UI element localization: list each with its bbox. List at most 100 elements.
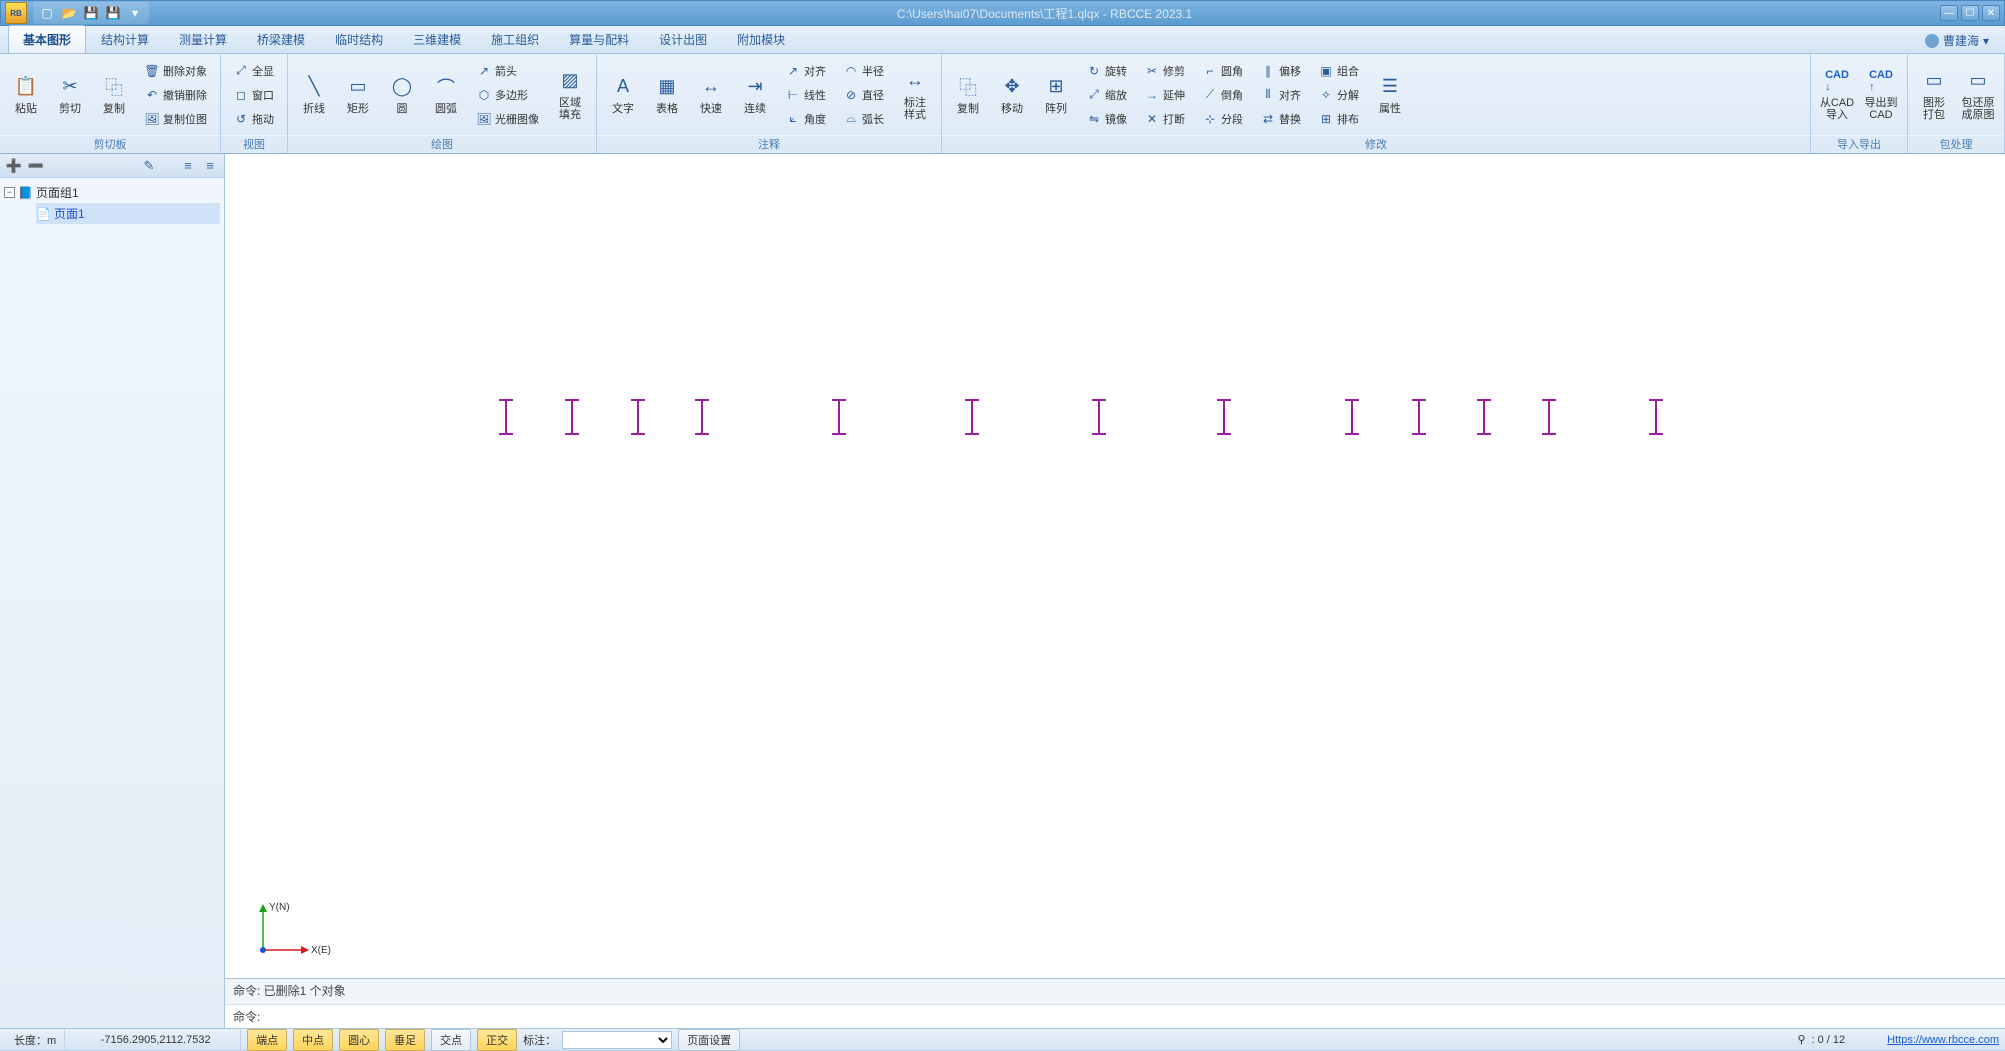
align-dim-button[interactable]: ↗对齐 xyxy=(779,60,833,82)
cad-export-button[interactable]: CAD↑导出到 CAD xyxy=(1861,59,1901,131)
paste-button[interactable]: 📋粘贴 xyxy=(6,59,46,131)
add-page-icon[interactable]: ➕ xyxy=(4,157,24,175)
ibeam-shape[interactable] xyxy=(632,399,644,435)
trim-button[interactable]: ✂修剪 xyxy=(1138,60,1192,82)
command-input[interactable]: 命令: xyxy=(225,1004,2005,1028)
group-button[interactable]: ▣组合 xyxy=(1312,60,1366,82)
circle-button[interactable]: ◯圆 xyxy=(382,59,422,131)
delete-object-button[interactable]: 🗑删除对象 xyxy=(138,60,214,82)
zoom-window-button[interactable]: ◻窗口 xyxy=(227,84,281,106)
copy-bitmap-button[interactable]: 🖼复制位图 xyxy=(138,108,214,130)
polyline-button[interactable]: ╲折线 xyxy=(294,59,334,131)
ibeam-shape[interactable] xyxy=(1478,399,1490,435)
tab-construct-org[interactable]: 施工组织 xyxy=(476,25,554,53)
text-button[interactable]: A文字 xyxy=(603,59,643,131)
tab-addon[interactable]: 附加模块 xyxy=(722,25,800,53)
drawing-canvas[interactable]: Y(N) X(E) xyxy=(225,154,2005,978)
chamfer-button[interactable]: ⟋倒角 xyxy=(1196,84,1250,106)
delete-page-icon[interactable]: ➖ xyxy=(26,157,46,175)
cad-import-button[interactable]: CAD↓从CAD 导入 xyxy=(1817,59,1857,131)
ibeam-shape[interactable] xyxy=(966,399,978,435)
arrow-button[interactable]: ↗箭头 xyxy=(470,60,546,82)
undo-delete-button[interactable]: ↶撤销删除 xyxy=(138,84,214,106)
indent-right-icon[interactable]: ≡ xyxy=(200,157,220,175)
ungroup-button[interactable]: ✧分解 xyxy=(1312,84,1366,106)
ibeam-shape[interactable] xyxy=(566,399,578,435)
snap-midpoint-button[interactable]: 中点 xyxy=(293,1029,333,1051)
tab-struct-calc[interactable]: 结构计算 xyxy=(86,25,164,53)
snap-intersect-button[interactable]: 交点 xyxy=(431,1029,471,1051)
ibeam-shape[interactable] xyxy=(696,399,708,435)
mirror-button[interactable]: ⇋镜像 xyxy=(1080,108,1134,130)
angle-dim-button[interactable]: ⟀角度 xyxy=(779,108,833,130)
diameter-dim-button[interactable]: ⊘直径 xyxy=(837,84,891,106)
minimize-button[interactable]: — xyxy=(1940,5,1958,21)
dimstyle-button[interactable]: ↔标注 样式 xyxy=(895,59,935,131)
filter-icon[interactable]: ⚲ xyxy=(1797,1033,1805,1046)
user-menu[interactable]: 曹建海 ▾ xyxy=(1917,28,1997,53)
move-button[interactable]: ✥移动 xyxy=(992,59,1032,131)
quick-dim-button[interactable]: ↔快速 xyxy=(691,59,731,131)
tree-child-page1[interactable]: 📄 页面1 xyxy=(36,203,220,224)
save-icon[interactable]: 💾 xyxy=(81,4,101,22)
open-file-icon[interactable]: 📂 xyxy=(59,4,79,22)
array-button[interactable]: ⊞阵列 xyxy=(1036,59,1076,131)
tab-survey-calc[interactable]: 测量计算 xyxy=(164,25,242,53)
tab-basic-shape[interactable]: 基本图形 xyxy=(8,25,86,53)
tree-root[interactable]: − 📘 页面组1 xyxy=(4,182,220,203)
ibeam-shape[interactable] xyxy=(1650,399,1662,435)
align2-button[interactable]: ⫴对齐 xyxy=(1254,84,1308,106)
rotate-button[interactable]: ↻旋转 xyxy=(1080,60,1134,82)
copy2-button[interactable]: ⿻复制 xyxy=(948,59,988,131)
collapse-icon[interactable]: − xyxy=(4,187,15,198)
replace-button[interactable]: ⇄替换 xyxy=(1254,108,1308,130)
tab-bridge-model[interactable]: 桥梁建模 xyxy=(242,25,320,53)
offset-button[interactable]: ∥偏移 xyxy=(1254,60,1308,82)
new-file-icon[interactable]: ▢ xyxy=(37,4,57,22)
page-settings-button[interactable]: 页面设置 xyxy=(678,1029,740,1051)
polygon-button[interactable]: ⬡多边形 xyxy=(470,84,546,106)
snap-perp-button[interactable]: 垂足 xyxy=(385,1029,425,1051)
website-link[interactable]: Https://www.rbcce.com xyxy=(1887,1034,1999,1046)
table-button[interactable]: ▦表格 xyxy=(647,59,687,131)
qa-dropdown-icon[interactable]: ▾ xyxy=(125,4,145,22)
linear-dim-button[interactable]: ⊢线性 xyxy=(779,84,833,106)
arc-button[interactable]: ⌒圆弧 xyxy=(426,59,466,131)
arrange-button[interactable]: ⊞排布 xyxy=(1312,108,1366,130)
tab-quantity[interactable]: 算量与配料 xyxy=(554,25,644,53)
saveas-icon[interactable]: 💾 xyxy=(103,4,123,22)
ibeam-shape[interactable] xyxy=(1346,399,1358,435)
tab-design-draw[interactable]: 设计出图 xyxy=(644,25,722,53)
zoom-full-button[interactable]: ⤢全显 xyxy=(227,60,281,82)
raster-button[interactable]: 🖼光栅图像 xyxy=(470,108,546,130)
ibeam-shape[interactable] xyxy=(1543,399,1555,435)
snap-ortho-button[interactable]: 正交 xyxy=(477,1029,517,1051)
rect-button[interactable]: ▭矩形 xyxy=(338,59,378,131)
annotation-select[interactable] xyxy=(562,1031,672,1049)
scale-button[interactable]: ⤢缩放 xyxy=(1080,84,1134,106)
ibeam-shape[interactable] xyxy=(1093,399,1105,435)
tab-3d-model[interactable]: 三维建模 xyxy=(398,25,476,53)
pan-button[interactable]: ↺拖动 xyxy=(227,108,281,130)
maximize-button[interactable]: ☐ xyxy=(1961,5,1979,21)
unpack-button[interactable]: ▭包还原 成原图 xyxy=(1958,59,1998,131)
properties-button[interactable]: ☰属性 xyxy=(1370,59,1410,131)
pack-button[interactable]: ▭图形 打包 xyxy=(1914,59,1954,131)
cont-dim-button[interactable]: ⇥连续 xyxy=(735,59,775,131)
cut-button[interactable]: ✂剪切 xyxy=(50,59,90,131)
segment-button[interactable]: ⊹分段 xyxy=(1196,108,1250,130)
close-button[interactable]: ✕ xyxy=(1982,5,2000,21)
snap-center-button[interactable]: 圆心 xyxy=(339,1029,379,1051)
extend-button[interactable]: →延伸 xyxy=(1138,84,1192,106)
ibeam-shape[interactable] xyxy=(1413,399,1425,435)
fillet-button[interactable]: ⌐圆角 xyxy=(1196,60,1250,82)
radius-dim-button[interactable]: ◠半径 xyxy=(837,60,891,82)
arclen-dim-button[interactable]: ⌓弧长 xyxy=(837,108,891,130)
ibeam-shape[interactable] xyxy=(500,399,512,435)
rename-icon[interactable]: ✎ xyxy=(139,157,159,175)
copy-button[interactable]: ⿻复制 xyxy=(94,59,134,131)
break-button[interactable]: ✕打断 xyxy=(1138,108,1192,130)
region-fill-button[interactable]: ▨区域 填充 xyxy=(550,59,590,131)
indent-left-icon[interactable]: ≡ xyxy=(178,157,198,175)
tab-temp-struct[interactable]: 临时结构 xyxy=(320,25,398,53)
